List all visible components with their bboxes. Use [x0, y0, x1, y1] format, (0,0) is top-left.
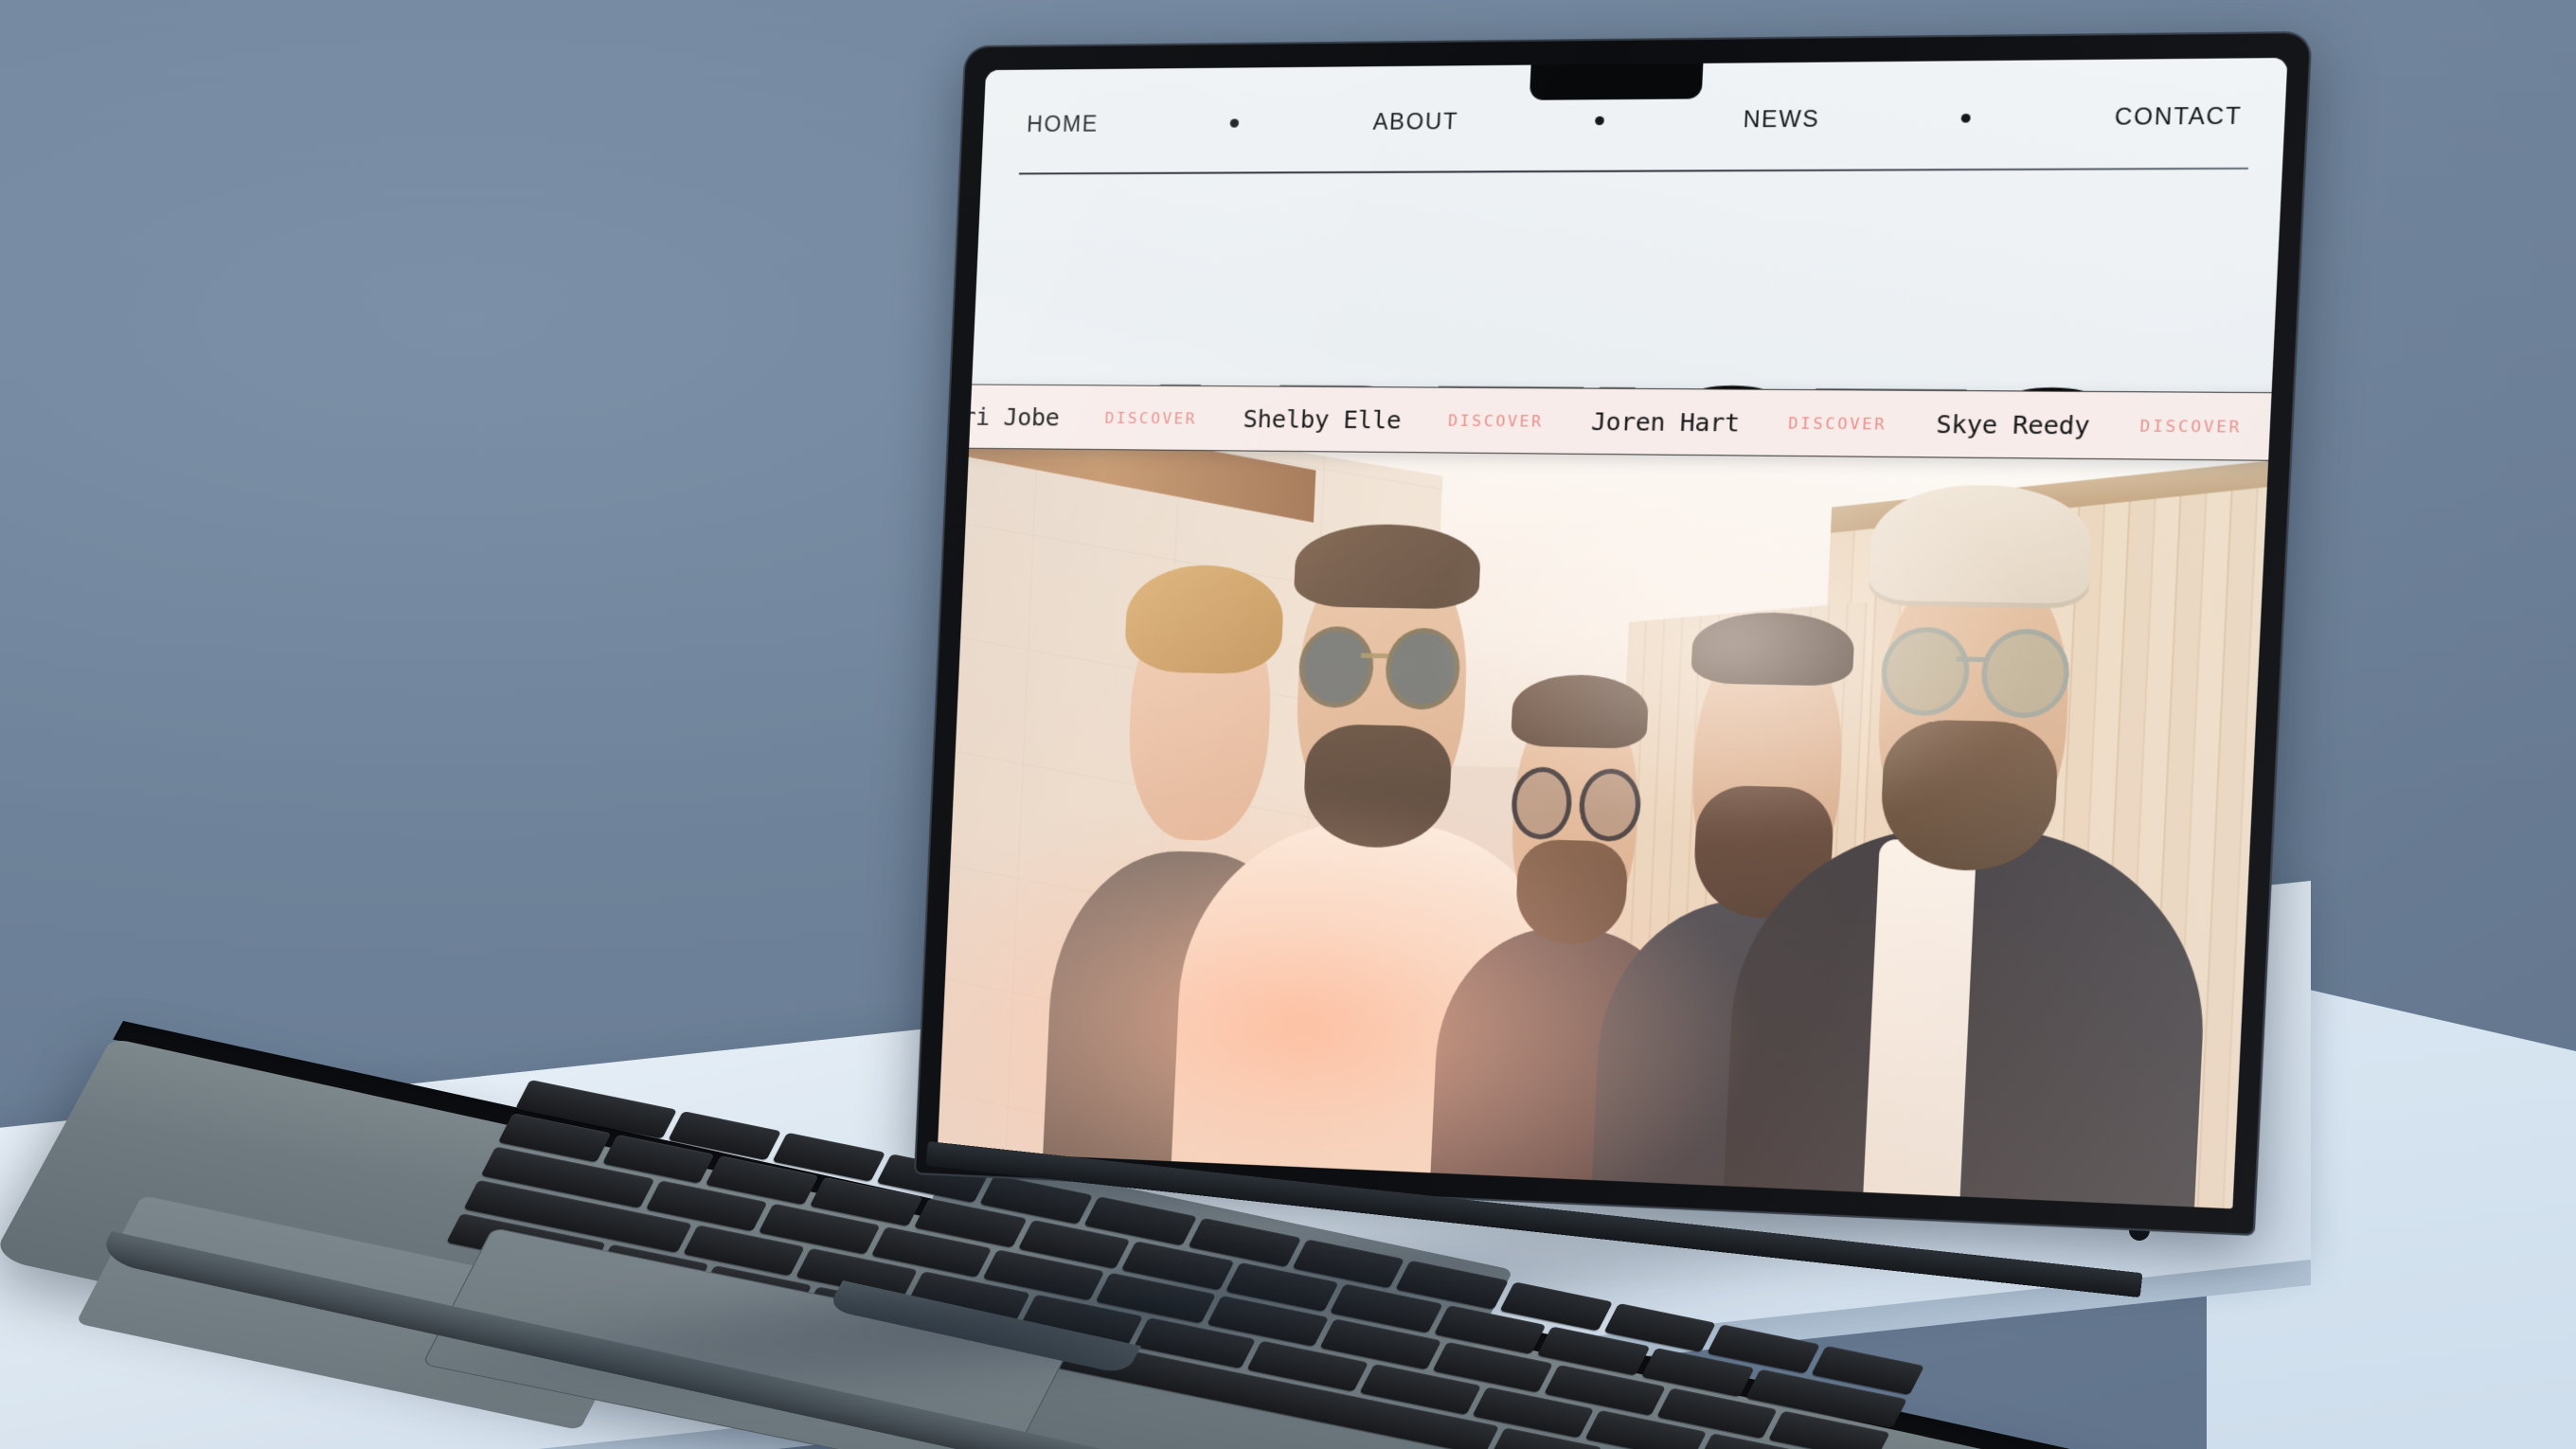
sunglasses-bridge-icon: [1360, 653, 1389, 659]
hero-photo: [937, 414, 2270, 1209]
member-tshirt: [1861, 839, 1977, 1209]
member-hair: [1293, 523, 1482, 611]
nav-separator-dot-icon: [1961, 114, 1972, 123]
member-hair: [1510, 673, 1650, 750]
band-member: [1720, 484, 2213, 1209]
nav-link-about[interactable]: ABOUT: [1372, 109, 1459, 135]
camera-notch: [1529, 63, 1703, 100]
nav-link-news[interactable]: NEWS: [1743, 106, 1820, 134]
carousel-artist-name[interactable]: Skye Reedy: [1936, 409, 2090, 439]
nav-separator-dot-icon: [1229, 118, 1240, 128]
carousel-artist-name[interactable]: Joren Hart: [1591, 407, 1741, 437]
nav-link-contact[interactable]: CONTACT: [2114, 102, 2243, 131]
header-divider: [1018, 167, 2248, 175]
nav-link-home[interactable]: HOME: [1027, 111, 1100, 137]
laptop-lid: HOME ABOUT NEWS CONTACT ARTISTS: [914, 30, 2313, 1237]
laptop-device: HOME ABOUT NEWS CONTACT ARTISTS: [0, 0, 2576, 1449]
beanie-hat: [1868, 484, 2095, 609]
discover-link[interactable]: DISCOVER: [1104, 408, 1197, 427]
discover-link[interactable]: DISCOVER: [1788, 414, 1887, 434]
screen-viewport: HOME ABOUT NEWS CONTACT ARTISTS: [937, 58, 2288, 1209]
member-beard: [1514, 838, 1629, 946]
discover-link[interactable]: DISCOVER: [1448, 411, 1544, 430]
carousel-artist-name[interactable]: ri Jobe: [961, 402, 1060, 431]
discover-link[interactable]: DISCOVER: [2139, 416, 2242, 436]
scene-root: HOME ABOUT NEWS CONTACT ARTISTS: [0, 0, 2576, 1449]
carousel-artist-name[interactable]: Shelby Elle: [1243, 404, 1402, 434]
eyeglasses-bridge-icon: [1956, 655, 1986, 662]
nav-separator-dot-icon: [1595, 116, 1605, 126]
main-navigation[interactable]: HOME ABOUT NEWS CONTACT: [1027, 102, 2244, 137]
